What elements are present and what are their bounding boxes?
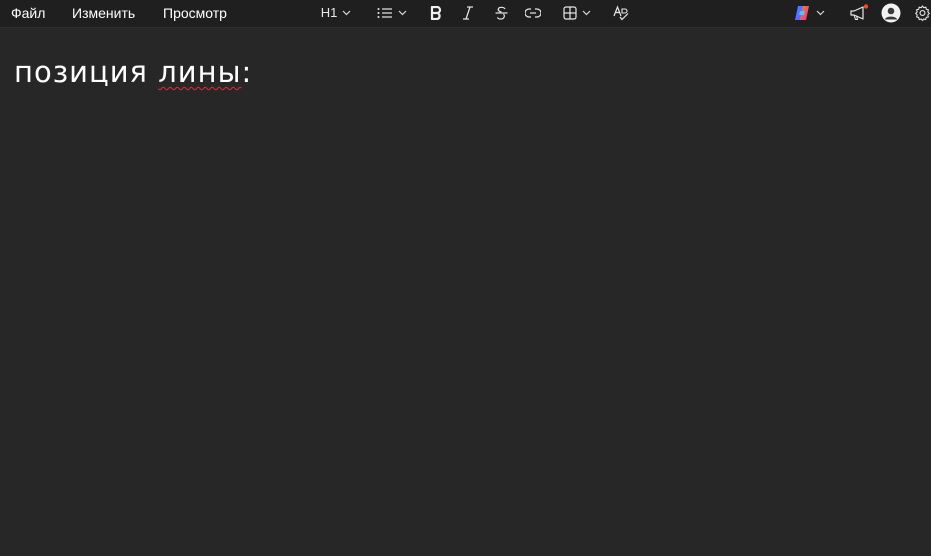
- heading-punctuation: :: [241, 55, 253, 89]
- link-icon: [525, 8, 541, 18]
- notification-dot: [863, 4, 869, 9]
- settings-icon: [915, 5, 930, 22]
- heading-style-dropdown[interactable]: H1: [316, 2, 356, 24]
- spellcheck-icon: [613, 5, 629, 21]
- menu-toolbar: Файл Изменить Просмотр H1: [0, 0, 931, 28]
- table-icon: [563, 6, 577, 20]
- misspelled-word[interactable]: лины: [158, 55, 241, 89]
- account-button[interactable]: [880, 2, 902, 24]
- heading-word: позиция: [14, 55, 149, 89]
- whats-new-button[interactable]: [848, 2, 870, 24]
- menu-file[interactable]: Файл: [11, 0, 45, 27]
- text-editor[interactable]: позиция лины:: [0, 29, 931, 556]
- heading-style-label: H1: [320, 5, 338, 20]
- italic-button[interactable]: [458, 2, 478, 24]
- bold-button[interactable]: [426, 2, 446, 24]
- strikethrough-button[interactable]: [491, 2, 511, 24]
- chevron-down-icon: [342, 10, 351, 16]
- copilot-icon: [795, 6, 809, 20]
- italic-icon: [463, 6, 473, 20]
- link-button[interactable]: [523, 2, 543, 24]
- settings-button[interactable]: [914, 2, 931, 24]
- bold-icon: [430, 6, 442, 20]
- document-heading[interactable]: позиция лины:: [14, 52, 252, 92]
- megaphone-icon: [850, 4, 869, 21]
- spellcheck-button[interactable]: [611, 2, 631, 24]
- account-icon: [881, 3, 901, 23]
- strikethrough-icon: [495, 6, 507, 20]
- menu-edit[interactable]: Изменить: [72, 0, 135, 27]
- list-dropdown[interactable]: [372, 2, 412, 24]
- notepad-window: Файл Изменить Просмотр H1 позиция лины:: [0, 0, 931, 556]
- table-dropdown[interactable]: [559, 2, 595, 24]
- menu-view[interactable]: Просмотр: [163, 0, 227, 27]
- copilot-dropdown[interactable]: [790, 2, 828, 24]
- chevron-down-icon: [582, 10, 591, 16]
- chevron-down-icon: [398, 10, 407, 16]
- chevron-down-icon: [816, 10, 825, 16]
- list-icon: [377, 8, 392, 18]
